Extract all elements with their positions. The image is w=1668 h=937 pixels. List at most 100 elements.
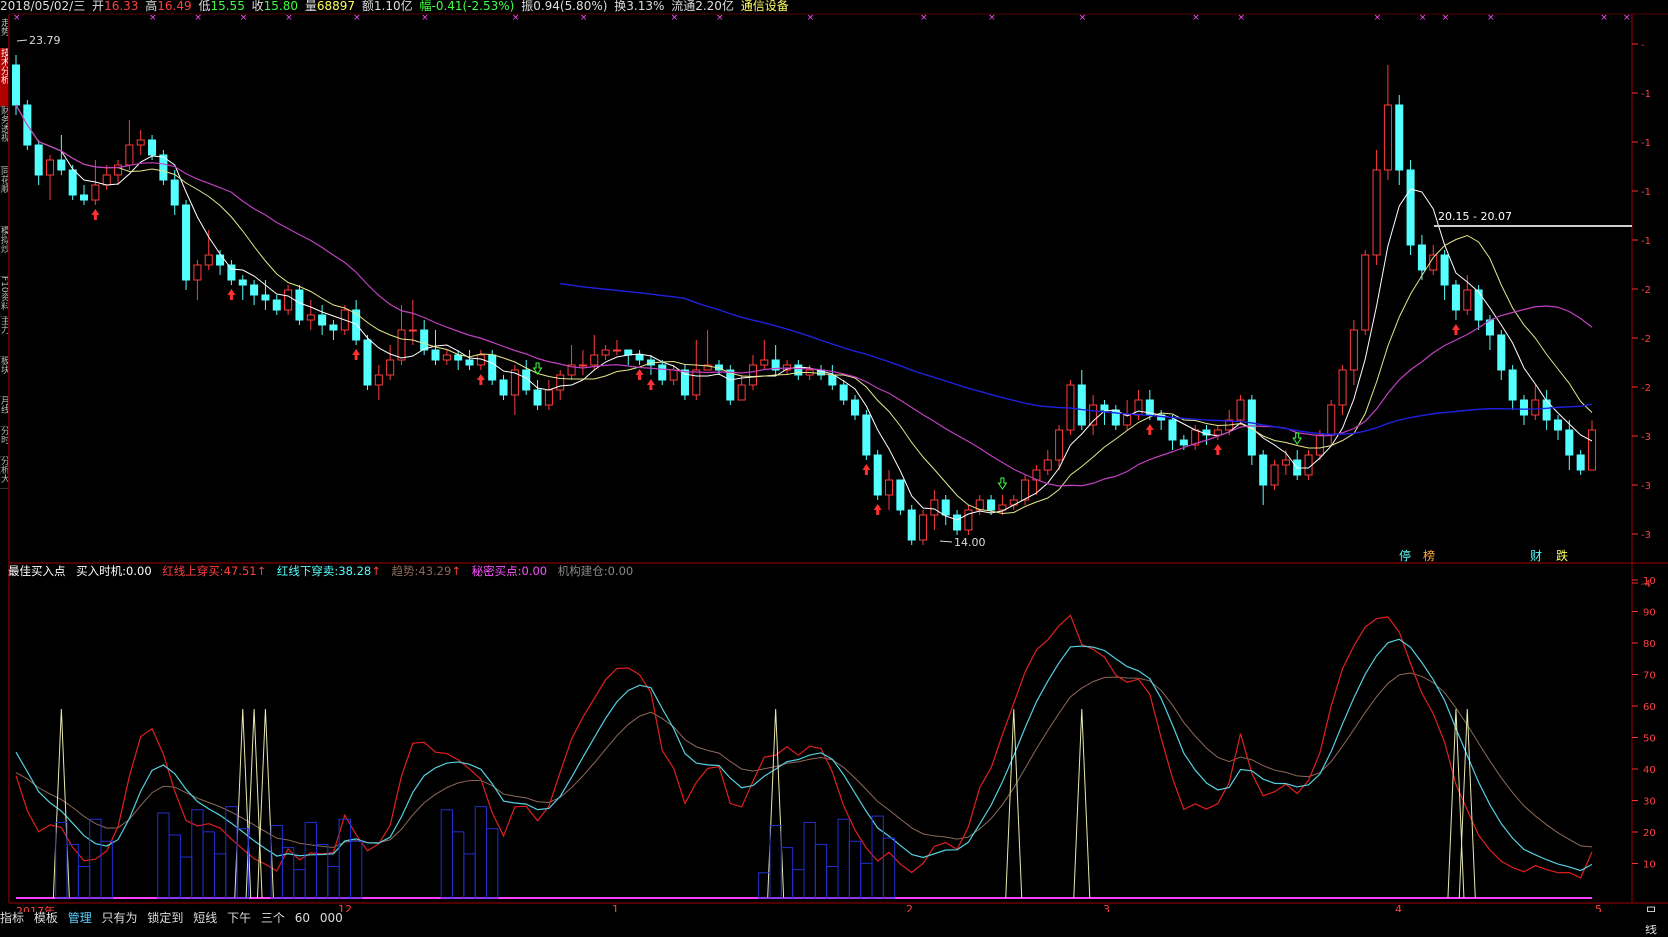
indicator-tick-label: 10 <box>1643 576 1656 587</box>
candle-body <box>1395 104 1404 171</box>
price-tick-label: -1 <box>1641 187 1651 198</box>
candle-body <box>601 349 610 356</box>
candle-body <box>658 364 667 381</box>
accumulation-bar <box>304 821 317 899</box>
event-x-mark: × <box>1487 13 1495 23</box>
candle-body <box>45 159 55 176</box>
accumulation-bar <box>168 834 181 899</box>
event-label-halt[interactable]: 停 <box>1399 548 1411 563</box>
candle-body <box>68 169 77 196</box>
candle-body <box>488 354 497 381</box>
indicator-header: 最佳买入点 买入时机:0.00 红线上穿买:47.51↑ 红线下穿卖:38.28… <box>8 563 640 579</box>
tab-afternoon[interactable]: 下午 <box>227 911 251 925</box>
candle-body <box>1304 454 1313 476</box>
candle-body <box>306 314 315 321</box>
tab-000[interactable]: 000 <box>320 911 343 925</box>
kline-chart[interactable]: ×××××××××××××××××××××××× --1-1-1-1-2-2-2… <box>0 0 1668 925</box>
tab-60[interactable]: 60 <box>295 911 310 925</box>
candle-body <box>862 414 871 456</box>
accumulation-bar <box>826 866 839 899</box>
candle-body <box>1134 399 1143 416</box>
red-up-label: 红线上穿买: <box>162 564 224 578</box>
event-x-mark: × <box>1442 13 1450 23</box>
tab-template[interactable]: 模板 <box>34 911 58 925</box>
indicator-tick-label: 90 <box>1643 608 1656 619</box>
up-arrow-icon: ↑ <box>256 564 267 578</box>
accumulation-bar <box>157 812 170 899</box>
candle-body <box>851 399 860 416</box>
event-x-mark: × <box>716 13 724 23</box>
candle-body <box>1077 384 1086 426</box>
event-x-mark: × <box>1079 13 1087 23</box>
candles-group <box>11 55 1597 545</box>
event-x-mark: × <box>194 13 202 23</box>
event-x-mark: × <box>353 13 361 23</box>
candle-body <box>692 369 701 396</box>
candle-body <box>1349 329 1358 371</box>
event-x-mark: × <box>1419 13 1427 23</box>
event-label-drop[interactable]: 跌 <box>1556 548 1568 563</box>
accumulation-bar <box>213 853 227 899</box>
candle-body <box>1281 459 1290 466</box>
tab-short[interactable]: 短线 <box>193 911 217 925</box>
accumulation-bar <box>792 869 805 899</box>
indicator-lines <box>15 614 1593 899</box>
indicator-name[interactable]: 最佳买入点 <box>8 564 66 578</box>
buy-arrow-icon <box>227 289 236 300</box>
range-label: 20.15 - 20.07 <box>1438 210 1512 223</box>
accumulation-bar <box>882 837 896 899</box>
trend-value: 43.29 <box>418 564 452 578</box>
candle-body <box>635 354 644 361</box>
candle-body <box>1587 429 1597 471</box>
axis-ticks: --1-1-1-1-2-2-2-3-3-3-410908070605040302… <box>1632 40 1656 871</box>
tab-only[interactable]: 只有为 <box>102 911 138 925</box>
candle-body <box>1327 404 1336 436</box>
buy-time-value: 0.00 <box>126 564 152 578</box>
candle-body <box>1168 419 1177 441</box>
red-down-label: 红线下穿卖: <box>276 564 339 578</box>
buy-arrow-icon <box>352 349 361 360</box>
candle-body <box>499 379 508 396</box>
candle-body <box>612 349 621 352</box>
candle-body <box>1406 169 1415 246</box>
event-label-finance[interactable]: 财 <box>1530 549 1542 563</box>
indicator-tick-label: 50 <box>1643 734 1656 745</box>
candle-body <box>1338 369 1347 406</box>
tab-lock[interactable]: 锁定到 <box>147 911 183 925</box>
trend-label: 趋势: <box>391 564 419 578</box>
buy-arrow-icon <box>646 379 655 390</box>
candle-body <box>182 204 191 281</box>
tab-manage[interactable]: 管理 <box>68 911 92 925</box>
buy-arrow-icon <box>1451 324 1460 335</box>
tab-three[interactable]: 三个 <box>261 911 285 925</box>
candle-body <box>1565 429 1574 456</box>
candle-body <box>839 384 848 401</box>
candle-body <box>953 514 962 531</box>
candle-body <box>930 499 939 516</box>
candle-body <box>261 294 270 301</box>
indicator-tick-label: 30 <box>1643 797 1656 808</box>
candle-body <box>272 299 281 311</box>
indicator-tick-label: 20 <box>1643 828 1656 839</box>
candle-body <box>1576 454 1585 471</box>
sell-arrow-icon <box>997 477 1008 490</box>
candle-body <box>91 184 100 201</box>
price-tick-label: -2 <box>1641 285 1651 296</box>
event-label-rank[interactable]: 榜 <box>1423 548 1435 563</box>
indicator-tick-label: 60 <box>1643 702 1656 713</box>
accumulation-bar <box>463 853 476 899</box>
candle-body <box>1315 434 1324 456</box>
event-x-mark: × <box>421 13 429 23</box>
candle-body <box>374 374 383 386</box>
candle-body <box>465 359 474 366</box>
accumulation-bar <box>440 809 454 899</box>
accumulation-bar <box>452 831 465 899</box>
secret-value: 0.00 <box>521 564 548 578</box>
indicator-tick-label: 10 <box>1643 860 1656 871</box>
accumulation-bar <box>77 866 91 899</box>
candle-body <box>1463 289 1472 311</box>
tab-indicator[interactable]: 指标 <box>0 911 24 925</box>
candle-body <box>726 369 735 401</box>
candle-body <box>1236 399 1245 421</box>
moving-averages <box>15 104 1593 521</box>
